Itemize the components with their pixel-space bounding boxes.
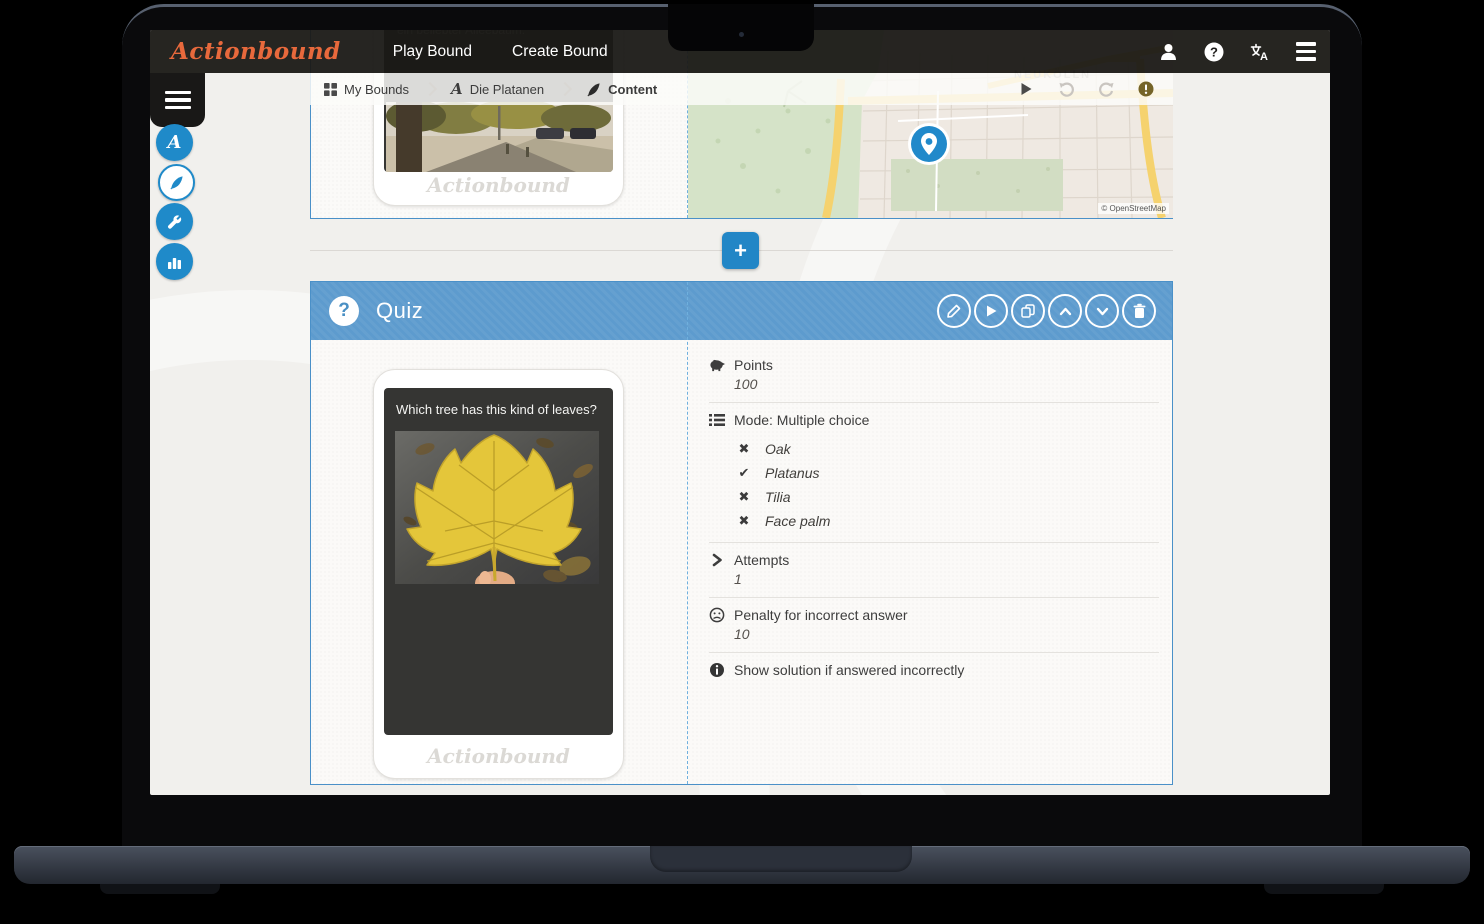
delete-button[interactable] — [1122, 294, 1156, 328]
points-value: 100 — [734, 376, 1159, 392]
quiz-card-header: ? Quiz — [311, 282, 1172, 340]
quiz-toolbar — [937, 294, 1156, 328]
breadcrumb-content[interactable]: Content — [572, 73, 671, 105]
penalty-row: Penalty for incorrect answer 10 — [709, 598, 1159, 653]
redo-icon[interactable] — [1097, 80, 1115, 98]
sidebar-bound-button[interactable]: A — [156, 124, 193, 161]
laptop-foot — [1264, 884, 1384, 894]
phone-preview: Which tree has this kind of leaves? — [373, 369, 624, 779]
undo-icon[interactable] — [1057, 80, 1075, 98]
answer-option: ✖ Oak — [737, 441, 1159, 457]
answer-option: ✖ Tilia — [737, 489, 1159, 505]
laptop-foot — [100, 884, 220, 894]
points-label: Points — [734, 357, 773, 373]
breadcrumb-separator — [423, 82, 437, 96]
phone-screen: Which tree has this kind of leaves? — [384, 388, 613, 735]
mode-label: Mode: Multiple choice — [734, 412, 869, 428]
list-icon — [709, 412, 725, 428]
sidebar-toggle[interactable] — [150, 73, 205, 127]
answer-option: ✖ Face palm — [737, 513, 1159, 529]
menu-play-bound[interactable]: Play Bound — [393, 43, 472, 61]
quiz-element-card: ? Quiz — [310, 281, 1173, 785]
app-screen: ein beliebter Alleebaum. — [150, 30, 1330, 795]
points-row: Points 100 — [709, 348, 1159, 403]
actionbound-a-icon: A — [168, 134, 182, 152]
svg-text:?: ? — [1210, 44, 1218, 59]
answer-option: ✔ Platanus — [737, 465, 1159, 481]
duplicate-button[interactable] — [1011, 294, 1045, 328]
street-photo — [386, 102, 613, 172]
mode-row: Mode: Multiple choice ✖ Oak ✔ Platanus ✖ — [709, 403, 1159, 543]
laptop-base — [14, 846, 1470, 884]
camera-notch — [668, 4, 814, 51]
wrench-icon — [167, 214, 183, 230]
attempts-row: Attempts 1 — [709, 543, 1159, 598]
wrong-answer-icon: ✖ — [737, 442, 751, 457]
quiz-type-icon: ? — [329, 296, 359, 326]
bar-chart-icon — [167, 255, 182, 269]
card-split-divider — [687, 282, 688, 784]
breadcrumb-separator — [558, 82, 572, 96]
sidebar-settings-button[interactable] — [156, 203, 193, 240]
user-icon[interactable] — [1158, 42, 1178, 62]
breadcrumb: My Bounds A Die Platanen Content — [310, 73, 1173, 105]
feather-icon — [586, 82, 601, 97]
grid-icon — [324, 83, 337, 96]
penalty-label: Penalty for incorrect answer — [734, 607, 908, 623]
laptop-mockup: ein beliebter Alleebaum. — [0, 0, 1484, 924]
actionbound-logo[interactable]: Actionbound — [171, 38, 341, 65]
penalty-value: 10 — [734, 626, 1159, 642]
wrong-answer-icon: ✖ — [737, 514, 751, 529]
warning-info-icon[interactable] — [1137, 80, 1155, 98]
actionbound-watermark: Actionbound — [374, 744, 623, 768]
hamburger-icon — [165, 87, 191, 114]
menu-create-bound[interactable]: Create Bound — [512, 43, 608, 61]
actionbound-a-icon: A — [451, 82, 463, 97]
answer-options: ✖ Oak ✔ Platanus ✖ Tilia ✖ — [737, 441, 1159, 529]
move-up-button[interactable] — [1048, 294, 1082, 328]
translate-icon[interactable]: A — [1250, 42, 1270, 62]
sidebar-content-button[interactable] — [158, 164, 195, 201]
preview-play-button[interactable] — [974, 294, 1008, 328]
laptop-grip-notch — [650, 846, 912, 872]
hamburger-menu-icon[interactable] — [1296, 42, 1316, 62]
sidebar-statistics-button[interactable] — [156, 243, 193, 280]
svg-text:A: A — [1260, 51, 1268, 61]
correct-answer-icon: ✔ — [737, 466, 751, 481]
quiz-question-text: Which tree has this kind of leaves? — [396, 402, 603, 417]
edit-button[interactable] — [937, 294, 971, 328]
quiz-details: Points 100 Mode: Multiple choice ✖ — [709, 348, 1159, 688]
chevron-right-icon — [709, 552, 725, 568]
quiz-title: Quiz — [376, 298, 423, 324]
breadcrumb-my-bounds[interactable]: My Bounds — [310, 73, 423, 105]
solution-label: Show solution if answered incorrectly — [734, 662, 964, 678]
camera-dot — [739, 32, 744, 37]
frown-face-icon — [709, 607, 725, 623]
play-bound-icon[interactable] — [1017, 80, 1035, 98]
move-down-button[interactable] — [1085, 294, 1119, 328]
breadcrumb-bound-name[interactable]: A Die Platanen — [437, 73, 558, 105]
map-attribution[interactable]: © OpenStreetMap — [1098, 203, 1169, 214]
info-icon — [709, 662, 725, 678]
attempts-label: Attempts — [734, 552, 789, 568]
main-menu: Play Bound Create Bound — [393, 43, 608, 61]
breadcrumb-tools — [1017, 73, 1155, 105]
navbar-icons: ? A — [1158, 30, 1316, 73]
attempts-value: 1 — [734, 571, 1159, 587]
map-pin[interactable] — [907, 122, 951, 166]
leaf-photo — [395, 431, 599, 584]
wrong-answer-icon: ✖ — [737, 490, 751, 505]
actionbound-watermark: Actionbound — [374, 173, 623, 197]
solution-row: Show solution if answered incorrectly — [709, 653, 1159, 688]
add-element-button[interactable]: + — [722, 232, 759, 269]
help-icon[interactable]: ? — [1204, 42, 1224, 62]
piggybank-icon — [709, 357, 725, 373]
feather-icon — [169, 175, 184, 190]
add-element-row: + — [310, 236, 1173, 266]
